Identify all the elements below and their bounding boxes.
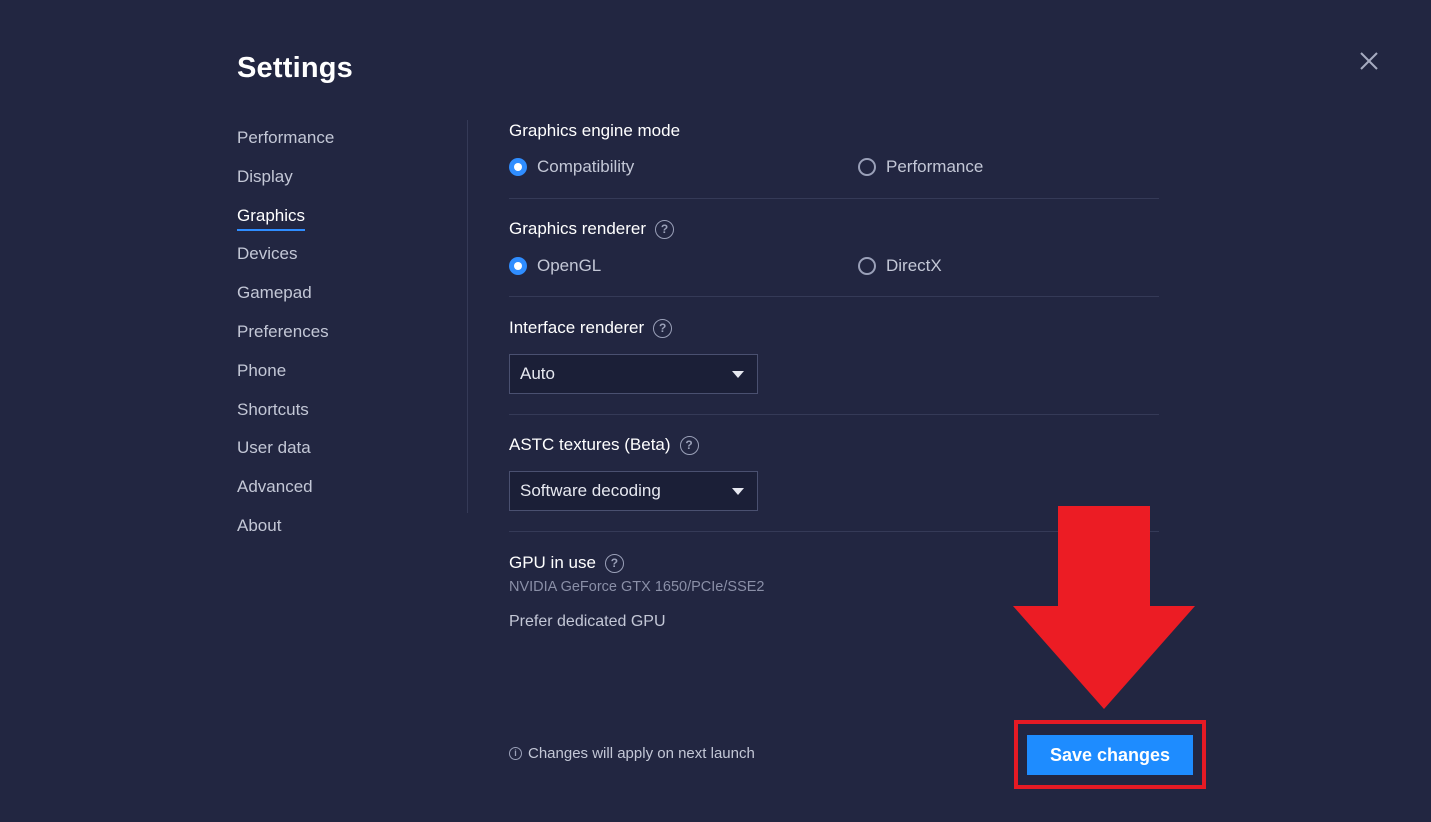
save-changes-button[interactable]: Save changes [1027,735,1193,775]
sidebar-item-display[interactable]: Display [237,163,437,202]
close-icon [1360,52,1378,70]
renderer-directx-radio[interactable]: DirectX [858,256,942,276]
engine-mode-label: Graphics engine mode [509,121,681,140]
sidebar-item-preferences[interactable]: Preferences [237,318,437,357]
graphics-renderer-label: Graphics renderer ? [509,219,675,239]
sidebar-item-user-data[interactable]: User data [237,434,437,473]
radio-checked-icon [509,158,527,176]
sidebar-item-about[interactable]: About [237,512,437,551]
interface-renderer-label: Interface renderer ? [509,318,673,338]
question-circle-icon[interactable]: ? [653,318,673,338]
interface-renderer-select[interactable]: Auto [509,354,758,394]
engine-mode-compatibility-radio[interactable]: Compatibility [509,157,634,177]
question-circle-icon[interactable]: ? [679,435,699,455]
sidebar-item-graphics[interactable]: Graphics [237,202,437,241]
chevron-down-icon [732,487,744,495]
page-title: Settings [237,52,353,84]
gpu-name: NVIDIA GeForce GTX 1650/PCIe/SSE2 [509,579,765,595]
gpu-in-use-label: GPU in use ? [509,553,624,573]
sidebar-nav: Performance Display Graphics Devices Gam… [237,124,437,551]
question-circle-icon[interactable]: ? [604,553,624,573]
chevron-down-icon [732,370,744,378]
renderer-opengl-radio[interactable]: OpenGL [509,256,601,276]
sidebar-item-devices[interactable]: Devices [237,240,437,279]
sidebar-item-gamepad[interactable]: Gamepad [237,279,437,318]
radio-unchecked-icon [858,257,876,275]
question-circle-icon[interactable]: ? [655,219,675,239]
sidebar-item-phone[interactable]: Phone [237,357,437,396]
section-divider [509,414,1159,415]
prefer-dedicated-gpu-label: Prefer dedicated GPU [509,613,666,630]
settings-page: Settings Performance Display Graphics De… [0,0,1431,822]
radio-unchecked-icon [858,158,876,176]
sidebar-item-shortcuts[interactable]: Shortcuts [237,396,437,435]
section-divider [509,296,1159,297]
engine-mode-performance-radio[interactable]: Performance [858,157,983,177]
astc-textures-select[interactable]: Software decoding [509,471,758,511]
sidebar-item-advanced[interactable]: Advanced [237,473,437,512]
info-icon: i [509,747,522,760]
changes-note: i Changes will apply on next launch [509,745,755,762]
arrow-down-icon [1013,506,1195,709]
astc-textures-label: ASTC textures (Beta) ? [509,435,699,455]
sidebar-item-performance[interactable]: Performance [237,124,437,163]
sidebar-divider [467,120,468,513]
close-button[interactable] [1356,48,1382,74]
section-divider [509,198,1159,199]
radio-checked-icon [509,257,527,275]
